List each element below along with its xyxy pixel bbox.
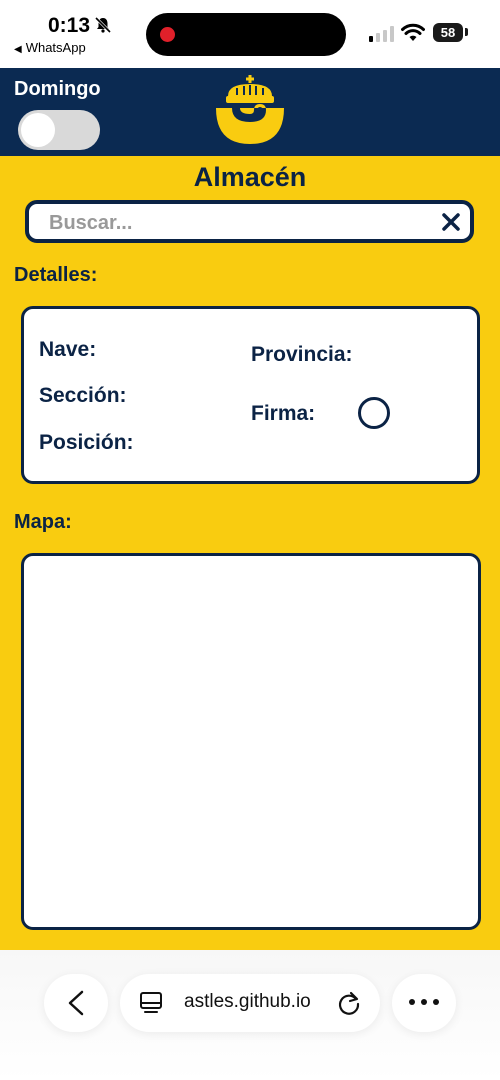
posicion-label: Posición: [39,431,134,454]
details-section-label: Detalles: [14,264,98,286]
map-area[interactable] [21,553,481,930]
bell-slash-icon [94,16,112,34]
details-card: Nave: Sección: Posición: Provincia: Firm… [21,306,480,484]
wifi-icon [401,23,425,41]
browser-toolbar: astles.github.io [0,950,500,1080]
status-bar: 0:13 ◀ WhatsApp 58 [0,0,500,68]
battery-tip [465,28,468,36]
provincia-label: Provincia: [251,343,353,366]
map-section-label: Mapa: [14,511,72,533]
search-box [25,200,474,243]
app-header: Domingo [0,68,500,156]
chevron-left-icon [68,990,84,1016]
close-icon[interactable] [442,213,460,231]
nave-label: Nave: [39,338,97,361]
page-title: Almacén [193,162,307,192]
correos-logo [216,75,284,144]
url-text: astles.github.io [184,991,311,1012]
battery-indicator: 58 [433,23,463,42]
reload-icon[interactable] [336,990,362,1016]
dynamic-island [146,13,346,56]
domingo-toggle[interactable] [18,110,100,150]
recording-indicator [160,27,175,42]
search-input[interactable] [49,210,429,236]
tabs-icon[interactable] [140,990,164,1016]
more-options-button[interactable] [392,974,456,1032]
firma-radio[interactable] [358,397,390,429]
browser-back-button[interactable] [44,974,108,1032]
signal-icon [369,26,394,42]
more-icon [409,999,439,1005]
main-content: Almacén Detalles: Nave: Sección: Posició… [0,156,500,950]
domingo-label: Domingo [14,78,101,100]
status-time: 0:13 [48,14,91,37]
back-to-app-link[interactable]: ◀ WhatsApp [14,40,86,55]
back-app-label: WhatsApp [25,40,86,55]
seccion-label: Sección: [39,384,127,407]
address-bar[interactable]: astles.github.io [120,974,380,1032]
toggle-knob [21,113,55,147]
firma-label: Firma: [251,402,316,425]
